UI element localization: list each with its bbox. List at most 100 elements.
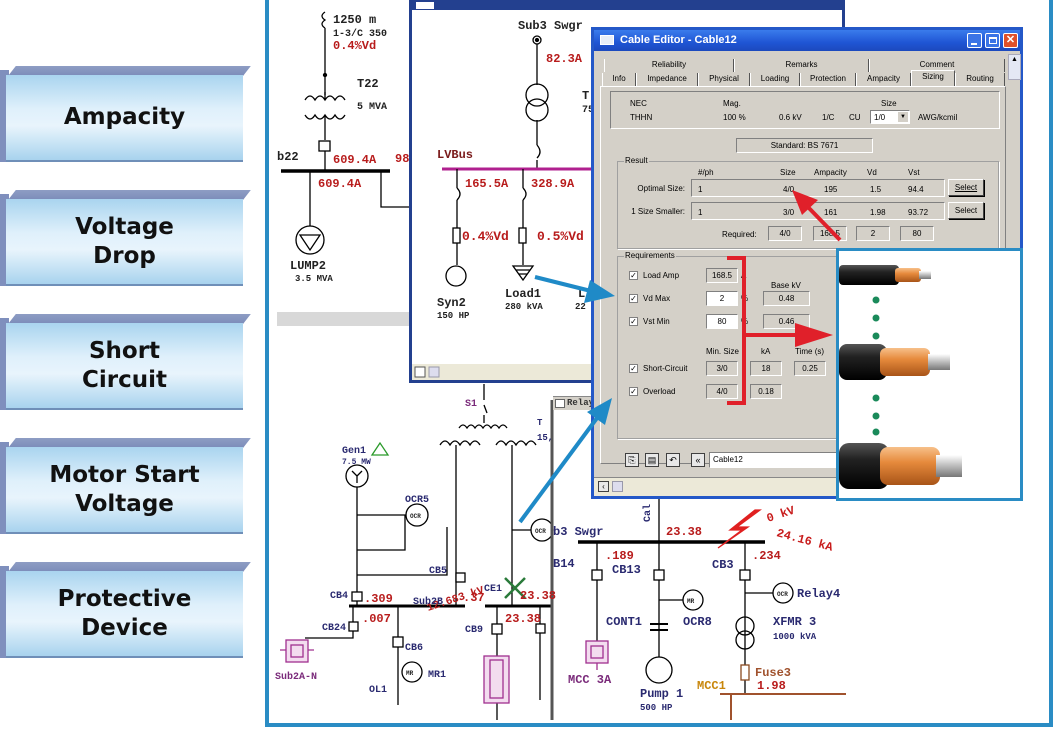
lump-load-lump2[interactable] [295,225,325,255]
size-select[interactable]: 1/0 ▼ [870,110,910,124]
copy-icon[interactable]: ⎘ [625,453,639,467]
b22-in-flow: 609.4A [333,153,377,167]
fuse3-label: Fuse3 [755,666,791,680]
smaller-per-phase: 1 [698,208,703,217]
paste-icon[interactable]: ▤ [645,453,659,467]
optimal-size-label: Optimal Size: [637,184,685,193]
cable-label-partial: Cal [642,504,654,522]
syn2-rating: 150 HP [437,311,470,321]
scroll-up-icon[interactable]: ▲ [1011,56,1018,63]
transformer-t[interactable] [525,83,549,122]
required-vst: 80 [900,226,934,241]
select-optimal-button[interactable]: Select [948,179,984,196]
cable-info-panel: NEC THHN Mag. 100 % 0.6 kV 1/C CU Size 1… [610,91,1000,129]
load-amp-checkbox[interactable]: ✓ [629,271,638,280]
tab-sizing[interactable]: Sizing [911,70,955,86]
t-label: T [537,418,543,428]
lump2-rating: 3.5 MVA [295,274,333,284]
scroll-thumb[interactable] [612,481,623,492]
chevron-down-icon[interactable]: ▼ [898,112,908,122]
tab-reliability[interactable]: Reliability [604,59,734,72]
fuse3[interactable] [740,664,750,681]
close-button[interactable]: ✕ [1003,33,1018,48]
tab-loading[interactable]: Loading [750,73,800,86]
tab-info[interactable]: Info [602,73,636,86]
cable-small [839,265,931,285]
generator-gen1[interactable] [345,464,369,488]
vertical-scrollbar[interactable]: ▲ [1008,54,1021,80]
relay-window-titlebar[interactable]: Relay [553,396,594,410]
mr1-glyph: MR [406,670,414,677]
cb9-label: CB9 [465,625,483,636]
horizontal-scrollbar[interactable] [277,312,410,326]
base-kv-label: Base kV [771,281,801,290]
breaker[interactable] [318,140,331,152]
sub3-flow: 82.3A [546,52,583,66]
mcc-3a-box[interactable] [585,640,609,670]
dialog-titlebar[interactable]: Cable Editor - Cable12 ✕ [594,30,1020,51]
vd-max-checkbox[interactable]: ✓ [629,294,638,303]
vst-min-checkbox[interactable]: ✓ [629,317,638,326]
cable-code: NEC [630,99,647,108]
s1-label: S1 [465,399,477,410]
tab-physical[interactable]: Physical [698,73,750,86]
cont1-label: CONT1 [606,615,642,629]
transformer-t22[interactable] [304,92,346,140]
cable-id-field[interactable]: Cable12 [709,452,849,468]
previous-chevron-icon[interactable]: « [691,453,705,467]
lvbus-label: LVBus [437,148,473,162]
load-load1[interactable] [511,265,535,282]
heater-load[interactable] [483,655,510,704]
vst-min-field[interactable]: 80 [706,314,738,329]
short-circuit-time[interactable]: 0.25 [794,361,826,376]
undo-icon[interactable]: ↶ [666,453,680,467]
load-amp-field[interactable]: 168.5 [706,268,738,283]
optimal-per-phase: 1 [698,185,703,194]
scroll-left-icon[interactable]: ‹ [598,481,609,492]
partial-label: L [578,287,585,301]
load1-rating: 280 kVA [505,302,543,312]
tab-protection[interactable]: Protection [800,73,856,86]
header-vst: Vst [908,168,920,177]
standard-field: Standard: BS 7671 [736,138,873,153]
vst-min-base-kv: 0.46 [763,314,810,329]
transformer-s1[interactable] [439,424,537,447]
motor-syn2[interactable] [445,265,467,287]
tab-routing[interactable]: Routing [955,73,1005,86]
tab-ampacity[interactable]: Ampacity [856,73,911,86]
vd-max-field[interactable]: 2 [706,291,738,306]
bus-mcc1[interactable] [720,693,846,720]
sub2a-n-box[interactable] [280,639,314,663]
short-circuit-label: Short-Circuit [643,364,688,373]
cable-size-illustration [836,248,1023,501]
maximize-button[interactable] [985,33,1000,48]
mcc3a-label: MCC 3A [568,673,612,687]
short-circuit-ka[interactable]: 18 [750,361,782,376]
ce1-label: CE1 [484,584,502,595]
pump1-label: Pump 1 [640,687,683,701]
scroll-left-button[interactable] [414,366,426,378]
cable-1250m[interactable] [321,11,328,95]
sub2a-label: Sub2A-N [275,671,317,683]
cb6-label: CB6 [405,643,423,654]
cb4-label: CB4 [330,591,348,602]
min-size-header: Min. Size [706,347,739,356]
ol1-label: OL1 [369,685,387,696]
tab-remarks[interactable]: Remarks [734,59,869,72]
optimal-vd: 1.5 [870,185,882,194]
tab-impedance[interactable]: Impedance [636,73,698,86]
b3-swgr-label: b3 Swgr [553,525,603,539]
pump-1[interactable] [645,656,673,684]
mr1-label: MR1 [428,670,446,681]
cb3-label: CB3 [712,558,734,572]
scroll-thumb[interactable] [428,366,440,378]
select-smaller-button[interactable]: Select [948,202,984,219]
overload-checkbox[interactable]: ✓ [629,387,638,396]
load-amp-unit: A [741,271,747,280]
cable-conductors: 1/C [822,113,835,122]
optimal-ampacity: 195 [824,185,838,194]
minimize-button[interactable] [967,33,982,48]
cb3-flow: .234 [752,549,781,563]
short-circuit-checkbox[interactable]: ✓ [629,364,638,373]
overload-label: Overload [643,387,676,396]
